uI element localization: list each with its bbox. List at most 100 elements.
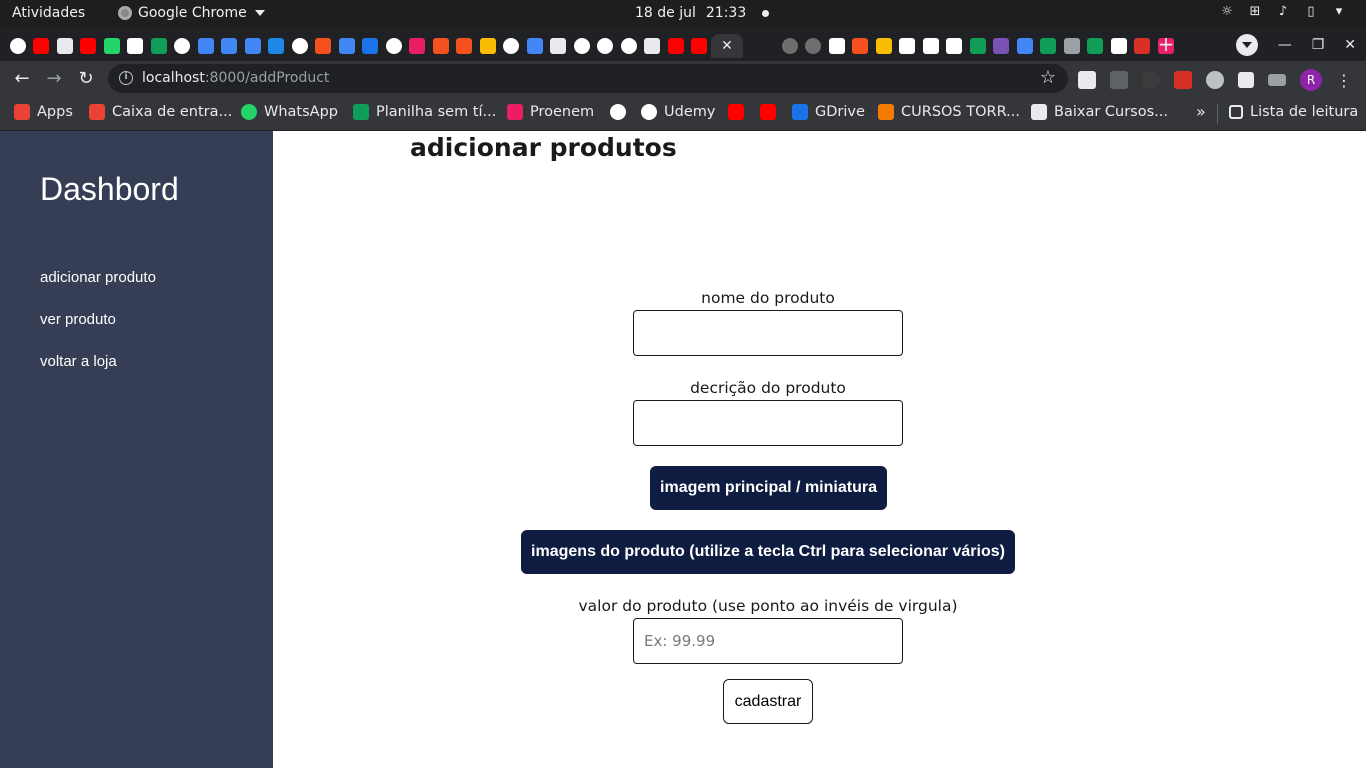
browser-tab[interactable] [825, 34, 849, 58]
main-image-upload-button[interactable]: imagem principal / miniatura [650, 466, 887, 510]
browser-tab[interactable] [523, 34, 547, 58]
browser-tab[interactable] [406, 34, 430, 58]
browser-tab[interactable] [124, 34, 148, 58]
notion-icon [127, 38, 144, 54]
extension-icon[interactable] [1206, 71, 1224, 89]
browser-tab[interactable] [476, 34, 500, 58]
browser-tab-active[interactable]: ✕ [711, 34, 743, 58]
product-images-upload-button[interactable]: imagens do produto (utilize a tecla Ctrl… [521, 530, 1015, 574]
browser-tab[interactable] [382, 34, 406, 58]
close-tab-icon[interactable]: ✕ [721, 38, 733, 54]
browser-tab[interactable] [990, 34, 1014, 58]
browser-tab[interactable] [1060, 34, 1084, 58]
tab-search-button[interactable] [1235, 34, 1258, 56]
browser-tab[interactable] [872, 34, 896, 58]
browser-tab[interactable] [147, 34, 171, 58]
translate-extension-icon[interactable] [1078, 71, 1096, 89]
browser-tab[interactable] [570, 34, 594, 58]
browser-tab[interactable] [849, 34, 873, 58]
browser-tab[interactable] [6, 34, 30, 58]
browser-tab[interactable] [1107, 34, 1131, 58]
minimize-button[interactable]: — [1278, 37, 1292, 53]
browser-tab[interactable] [312, 34, 336, 58]
bookmark-item[interactable]: Udemy [641, 104, 715, 120]
site-info-icon[interactable]: i [119, 71, 133, 85]
bookmark-item[interactable]: Caixa de entra... [89, 104, 232, 120]
bookmark-item[interactable] [760, 104, 776, 120]
browser-tab[interactable] [335, 34, 359, 58]
new-tab-button[interactable]: + [1154, 33, 1178, 57]
reading-list-button[interactable]: Lista de leitura [1229, 104, 1358, 120]
browser-tab[interactable] [896, 34, 920, 58]
sync-extension-icon[interactable] [1142, 71, 1160, 89]
extension-icon[interactable] [1110, 71, 1128, 89]
browser-tab[interactable] [966, 34, 990, 58]
bookmark-item[interactable]: Planilha sem tí... [353, 104, 496, 120]
forward-button[interactable]: → [42, 67, 66, 91]
bookmark-item[interactable]: WhatsApp [241, 104, 338, 120]
profile-avatar[interactable]: R [1300, 69, 1322, 91]
browser-tab[interactable] [641, 34, 665, 58]
app-menu[interactable]: Google Chrome [118, 5, 265, 21]
media-queue-icon[interactable] [1268, 74, 1286, 86]
red-extension-icon[interactable] [1174, 71, 1192, 89]
browser-tab[interactable] [359, 34, 383, 58]
restore-button[interactable]: ❐ [1312, 37, 1325, 53]
browser-tab[interactable] [802, 34, 826, 58]
youtube-icon [691, 38, 708, 54]
system-tray[interactable]: ☼ ⊞ ♪ ▯ ▾ [1220, 5, 1346, 19]
product-name-input[interactable] [633, 310, 903, 356]
browser-tab[interactable] [1131, 34, 1155, 58]
browser-tab[interactable] [664, 34, 688, 58]
bookmarks-overflow-icon[interactable]: » [1196, 102, 1206, 121]
browser-tab[interactable] [594, 34, 618, 58]
browser-tab[interactable] [241, 34, 265, 58]
browser-tab[interactable] [30, 34, 54, 58]
notification-dot-icon [762, 9, 770, 17]
clock[interactable]: 18 de jul 21:33 [635, 5, 770, 21]
browser-tab[interactable] [218, 34, 242, 58]
bookmark-item[interactable]: GDrive [792, 104, 865, 120]
sidebar-item-back-to-store[interactable]: voltar a loja [40, 353, 117, 370]
browser-tab[interactable] [194, 34, 218, 58]
browser-tab[interactable] [453, 34, 477, 58]
bookmark-item[interactable]: CURSOS TORR... [878, 104, 1020, 120]
browser-tab[interactable] [265, 34, 289, 58]
browser-tab[interactable] [617, 34, 641, 58]
browser-tab[interactable] [53, 34, 77, 58]
bookmark-star-icon[interactable]: ☆ [1040, 67, 1056, 88]
browser-tab[interactable] [943, 34, 967, 58]
browser-tab[interactable] [100, 34, 124, 58]
browser-tab[interactable] [500, 34, 524, 58]
close-window-button[interactable]: ✕ [1344, 37, 1356, 53]
bookmark-item[interactable]: Apps [14, 104, 73, 120]
browser-tab[interactable] [1013, 34, 1037, 58]
puzzle-extensions-icon[interactable] [1238, 72, 1254, 88]
submit-button[interactable]: cadastrar [723, 679, 813, 724]
product-description-input[interactable] [633, 400, 903, 446]
back-button[interactable]: ← [10, 67, 34, 91]
browser-tab[interactable] [547, 34, 571, 58]
address-bar[interactable]: i localhost:8000/addProduct ☆ [108, 64, 1068, 93]
browser-tab[interactable] [171, 34, 195, 58]
url-text[interactable]: localhost:8000/addProduct [142, 70, 329, 86]
activities-button[interactable]: Atividades [12, 5, 85, 21]
bookmark-item[interactable]: Proenem [507, 104, 594, 120]
browser-tab[interactable] [288, 34, 312, 58]
bookmark-item[interactable] [610, 104, 626, 120]
bookmark-item[interactable] [728, 104, 744, 120]
bookmark-item[interactable]: Baixar Cursos... [1031, 104, 1168, 120]
browser-tab[interactable] [688, 34, 712, 58]
browser-tab[interactable] [919, 34, 943, 58]
sidebar-item-add-product[interactable]: adicionar produto [40, 269, 156, 286]
bookmark-label: CURSOS TORR... [901, 104, 1020, 120]
kebab-menu-icon[interactable]: ⋮ [1336, 71, 1352, 90]
browser-tab[interactable] [1084, 34, 1108, 58]
browser-tab[interactable] [778, 34, 802, 58]
product-price-input[interactable] [633, 618, 903, 664]
browser-tab[interactable] [77, 34, 101, 58]
browser-tab[interactable] [1037, 34, 1061, 58]
reload-button[interactable]: ↻ [74, 67, 98, 91]
browser-tab[interactable] [429, 34, 453, 58]
sidebar-item-view-products[interactable]: ver produto [40, 311, 116, 328]
